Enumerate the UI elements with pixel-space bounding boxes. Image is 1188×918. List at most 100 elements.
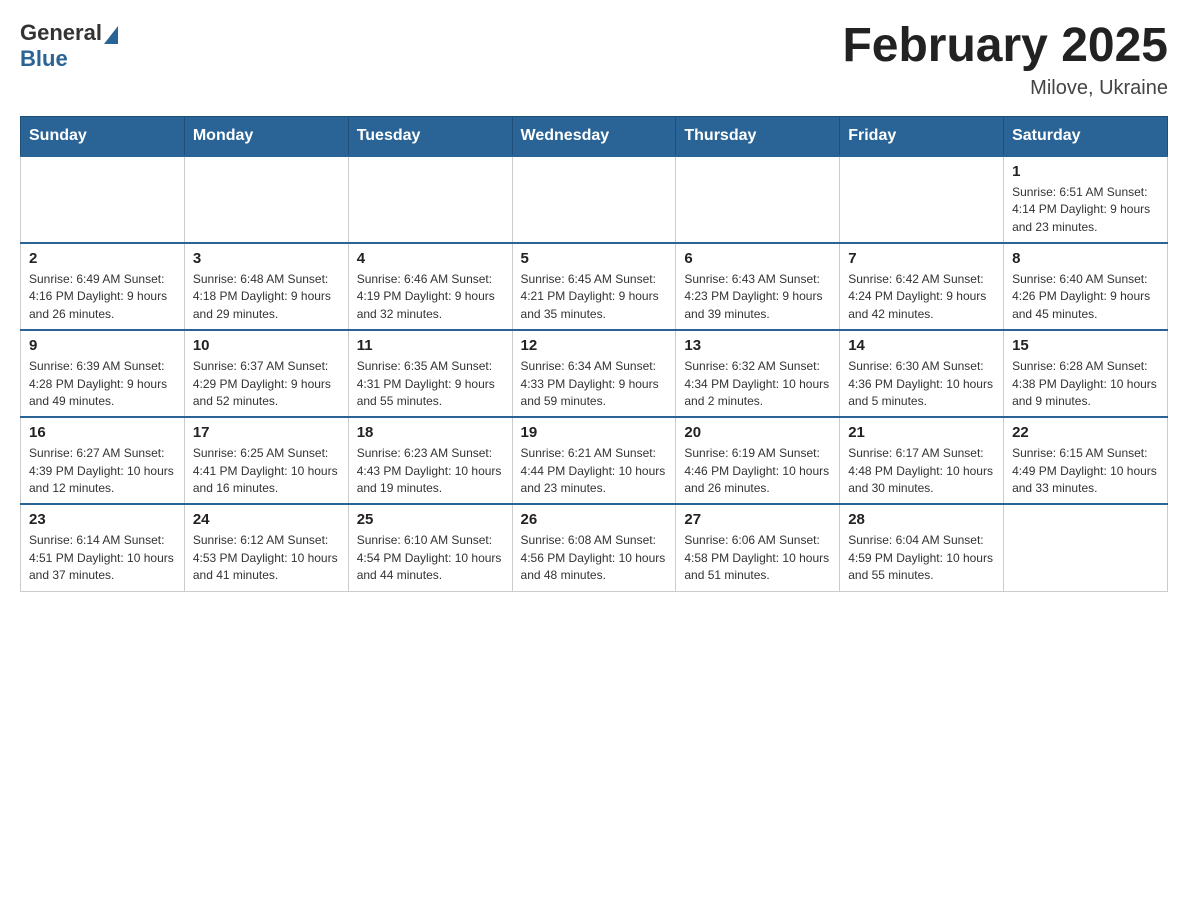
day-number: 24 xyxy=(193,511,340,528)
day-info: Sunrise: 6:51 AM Sunset: 4:14 PM Dayligh… xyxy=(1012,184,1159,236)
day-number: 1 xyxy=(1012,163,1159,180)
calendar-cell: 4Sunrise: 6:46 AM Sunset: 4:19 PM Daylig… xyxy=(348,243,512,330)
logo-blue-text: Blue xyxy=(20,46,68,72)
day-number: 7 xyxy=(848,250,995,267)
calendar-cell xyxy=(348,156,512,243)
day-number: 8 xyxy=(1012,250,1159,267)
calendar-cell: 2 Sunrise: 6:49 AM Sunset: 4:16 PM Daylig… xyxy=(21,243,185,330)
calendar-cell: 15 Sunrise: 6:28 AM Sunset: 4:38 PM Dayli… xyxy=(1004,330,1168,417)
calendar-cell: 3Sunrise: 6:48 AM Sunset: 4:18 PM Daylig… xyxy=(184,243,348,330)
day-info: Sunrise: 6:28 AM Sunset: 4:38 PM Dayligh… xyxy=(1012,358,1159,410)
weekday-header-thursday: Thursday xyxy=(676,116,840,156)
calendar-cell: 24 Sunrise: 6:12 AM Sunset: 4:53 PM Dayli… xyxy=(184,504,348,591)
day-info: Sunrise: 6:04 AM Sunset: 4:59 PM Dayligh… xyxy=(848,532,995,584)
calendar-cell: 28 Sunrise: 6:04 AM Sunset: 4:59 PM Dayli… xyxy=(840,504,1004,591)
day-info: Sunrise: 6:08 AM Sunset: 4:56 PM Dayligh… xyxy=(521,532,668,584)
weekday-header-wednesday: Wednesday xyxy=(512,116,676,156)
day-info: Sunrise: 6:42 AM Sunset: 4:24 PM Dayligh… xyxy=(848,271,995,323)
day-info: Sunrise: 6:30 AM Sunset: 4:36 PM Dayligh… xyxy=(848,358,995,410)
day-info: Sunrise: 6:19 AM Sunset: 4:46 PM Dayligh… xyxy=(684,445,831,497)
day-number: 15 xyxy=(1012,337,1159,354)
calendar-cell: 19 Sunrise: 6:21 AM Sunset: 4:44 PM Dayli… xyxy=(512,417,676,504)
day-info: Sunrise: 6:17 AM Sunset: 4:48 PM Dayligh… xyxy=(848,445,995,497)
day-info: Sunrise: 6:34 AM Sunset: 4:33 PM Dayligh… xyxy=(521,358,668,410)
calendar-cell: 20 Sunrise: 6:19 AM Sunset: 4:46 PM Dayli… xyxy=(676,417,840,504)
calendar-cell: 13 Sunrise: 6:32 AM Sunset: 4:34 PM Dayli… xyxy=(676,330,840,417)
weekday-header-saturday: Saturday xyxy=(1004,116,1168,156)
calendar-cell xyxy=(184,156,348,243)
day-number: 27 xyxy=(684,511,831,528)
day-number: 11 xyxy=(357,337,504,354)
calendar-cell: 21Sunrise: 6:17 AM Sunset: 4:48 PM Dayli… xyxy=(840,417,1004,504)
day-number: 18 xyxy=(357,424,504,441)
calendar-cell: 8 Sunrise: 6:40 AM Sunset: 4:26 PM Daylig… xyxy=(1004,243,1168,330)
day-number: 9 xyxy=(29,337,176,354)
calendar-week-4: 16 Sunrise: 6:27 AM Sunset: 4:39 PM Dayli… xyxy=(21,417,1168,504)
logo-general-text: General xyxy=(20,20,102,46)
day-number: 3 xyxy=(193,250,340,267)
calendar-cell: 1 Sunrise: 6:51 AM Sunset: 4:14 PM Daylig… xyxy=(1004,156,1168,243)
day-info: Sunrise: 6:35 AM Sunset: 4:31 PM Dayligh… xyxy=(357,358,504,410)
day-number: 26 xyxy=(521,511,668,528)
calendar-cell xyxy=(512,156,676,243)
weekday-header-tuesday: Tuesday xyxy=(348,116,512,156)
day-info: Sunrise: 6:27 AM Sunset: 4:39 PM Dayligh… xyxy=(29,445,176,497)
day-info: Sunrise: 6:14 AM Sunset: 4:51 PM Dayligh… xyxy=(29,532,176,584)
page-header: General Blue February 2025 Milove, Ukrai… xyxy=(20,20,1168,100)
day-number: 17 xyxy=(193,424,340,441)
day-info: Sunrise: 6:10 AM Sunset: 4:54 PM Dayligh… xyxy=(357,532,504,584)
day-info: Sunrise: 6:40 AM Sunset: 4:26 PM Dayligh… xyxy=(1012,271,1159,323)
calendar-week-1: 1 Sunrise: 6:51 AM Sunset: 4:14 PM Daylig… xyxy=(21,156,1168,243)
logo-triangle-icon xyxy=(104,26,118,44)
calendar-cell: 6 Sunrise: 6:43 AM Sunset: 4:23 PM Daylig… xyxy=(676,243,840,330)
weekday-header-sunday: Sunday xyxy=(21,116,185,156)
day-number: 20 xyxy=(684,424,831,441)
day-number: 28 xyxy=(848,511,995,528)
day-info: Sunrise: 6:12 AM Sunset: 4:53 PM Dayligh… xyxy=(193,532,340,584)
day-number: 12 xyxy=(521,337,668,354)
month-title: February 2025 xyxy=(842,20,1168,73)
day-number: 13 xyxy=(684,337,831,354)
day-number: 25 xyxy=(357,511,504,528)
day-info: Sunrise: 6:39 AM Sunset: 4:28 PM Dayligh… xyxy=(29,358,176,410)
day-info: Sunrise: 6:45 AM Sunset: 4:21 PM Dayligh… xyxy=(521,271,668,323)
calendar-cell: 9 Sunrise: 6:39 AM Sunset: 4:28 PM Daylig… xyxy=(21,330,185,417)
day-number: 22 xyxy=(1012,424,1159,441)
calendar-cell: 23 Sunrise: 6:14 AM Sunset: 4:51 PM Dayli… xyxy=(21,504,185,591)
calendar-cell: 5 Sunrise: 6:45 AM Sunset: 4:21 PM Daylig… xyxy=(512,243,676,330)
calendar-cell: 7 Sunrise: 6:42 AM Sunset: 4:24 PM Daylig… xyxy=(840,243,1004,330)
day-info: Sunrise: 6:32 AM Sunset: 4:34 PM Dayligh… xyxy=(684,358,831,410)
calendar-cell: 18 Sunrise: 6:23 AM Sunset: 4:43 PM Dayli… xyxy=(348,417,512,504)
day-number: 2 xyxy=(29,250,176,267)
logo: General Blue xyxy=(20,20,120,72)
day-number: 10 xyxy=(193,337,340,354)
calendar-week-3: 9 Sunrise: 6:39 AM Sunset: 4:28 PM Daylig… xyxy=(21,330,1168,417)
calendar-cell: 17Sunrise: 6:25 AM Sunset: 4:41 PM Dayli… xyxy=(184,417,348,504)
day-info: Sunrise: 6:43 AM Sunset: 4:23 PM Dayligh… xyxy=(684,271,831,323)
calendar-cell: 12 Sunrise: 6:34 AM Sunset: 4:33 PM Dayli… xyxy=(512,330,676,417)
calendar-cell: 27Sunrise: 6:06 AM Sunset: 4:58 PM Dayli… xyxy=(676,504,840,591)
day-info: Sunrise: 6:37 AM Sunset: 4:29 PM Dayligh… xyxy=(193,358,340,410)
calendar-cell: 26 Sunrise: 6:08 AM Sunset: 4:56 PM Dayli… xyxy=(512,504,676,591)
day-number: 16 xyxy=(29,424,176,441)
calendar-cell xyxy=(840,156,1004,243)
weekday-header-monday: Monday xyxy=(184,116,348,156)
calendar-week-2: 2 Sunrise: 6:49 AM Sunset: 4:16 PM Daylig… xyxy=(21,243,1168,330)
day-number: 14 xyxy=(848,337,995,354)
day-info: Sunrise: 6:21 AM Sunset: 4:44 PM Dayligh… xyxy=(521,445,668,497)
calendar-week-5: 23 Sunrise: 6:14 AM Sunset: 4:51 PM Dayli… xyxy=(21,504,1168,591)
calendar-cell: 11 Sunrise: 6:35 AM Sunset: 4:31 PM Dayli… xyxy=(348,330,512,417)
day-number: 6 xyxy=(684,250,831,267)
title-section: February 2025 Milove, Ukraine xyxy=(842,20,1168,100)
weekday-header-friday: Friday xyxy=(840,116,1004,156)
day-info: Sunrise: 6:49 AM Sunset: 4:16 PM Dayligh… xyxy=(29,271,176,323)
calendar-cell xyxy=(676,156,840,243)
calendar-cell xyxy=(1004,504,1168,591)
calendar-cell: 25 Sunrise: 6:10 AM Sunset: 4:54 PM Dayli… xyxy=(348,504,512,591)
day-number: 23 xyxy=(29,511,176,528)
calendar-cell xyxy=(21,156,185,243)
day-number: 19 xyxy=(521,424,668,441)
calendar-cell: 16 Sunrise: 6:27 AM Sunset: 4:39 PM Dayli… xyxy=(21,417,185,504)
day-number: 5 xyxy=(521,250,668,267)
day-info: Sunrise: 6:23 AM Sunset: 4:43 PM Dayligh… xyxy=(357,445,504,497)
